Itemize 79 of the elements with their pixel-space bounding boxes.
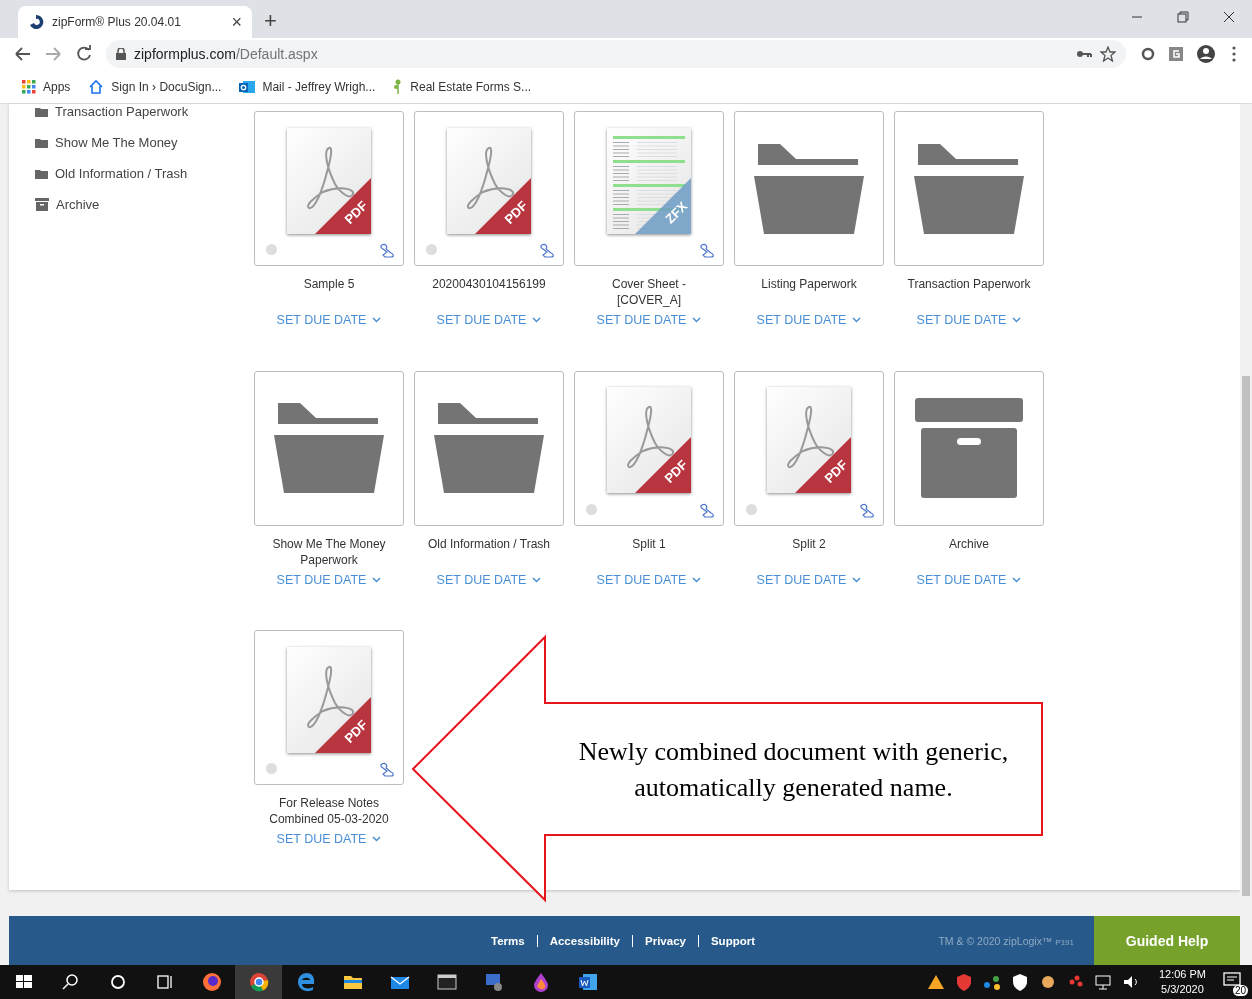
status-dot-icon [586,503,597,515]
folder-icon [754,143,864,234]
document-name: Show Me The Money Paperwork [271,535,387,568]
status-dot-icon [266,244,277,255]
chevron-down-icon [372,317,382,323]
footer-link[interactable]: Accessibility [536,934,632,947]
word-icon[interactable] [576,971,599,993]
callout-text: Newly combined document with generic, automatically generated name. [577,735,1010,804]
chrome-icon[interactable] [247,971,270,993]
star-icon[interactable] [1100,46,1116,62]
browser-tab[interactable]: zipForm® Plus 20.04.01 × [18,6,252,38]
bookmark-link[interactable]: Mail - Jeffrey Wrigh... [239,78,376,95]
copyright-text: TM & © 2020 zipLogix™ P191 [938,934,1074,947]
folder-icon [35,168,48,179]
document-name: Transaction Paperwork [906,276,1032,293]
scrollbar-thumb[interactable] [1242,376,1250,896]
footer-link[interactable]: Privacy [632,934,698,947]
new-tab-button[interactable]: + [264,8,277,34]
apps-grid-icon [22,79,36,94]
sidebar-item[interactable]: Show Me The Money [55,135,178,150]
document-tile[interactable] [894,370,1044,526]
document-tile[interactable] [254,370,404,526]
chevron-down-icon [692,317,702,323]
document-name: Cover Sheet - [COVER_A] [610,276,687,308]
folder-icon [274,403,384,494]
stamp-icon[interactable] [859,502,875,519]
stamp-icon[interactable] [379,762,395,779]
folder-icon [434,403,544,494]
document-name: Sample 5 [302,276,356,293]
stamp-icon[interactable] [699,243,715,259]
bookmark-link[interactable]: Real Estate Forms S... [393,78,532,95]
folder-icon [914,143,1024,234]
status-dot-icon [746,503,757,515]
status-dot-icon [426,244,437,255]
footer-link[interactable]: Terms [479,934,537,947]
terminal-icon[interactable] [435,971,458,993]
chevron-down-icon [372,576,382,583]
chevron-down-icon [692,576,702,583]
sidebar-item[interactable]: Old Information / Trash [55,166,188,181]
clock[interactable]: 12:06 PM 5/3/2020 [1158,967,1206,997]
chevron-down-icon [852,317,862,323]
archive-box-icon [915,398,1023,499]
folder-icon [35,106,48,117]
key-icon[interactable] [1076,49,1092,59]
chevron-down-icon [852,576,862,583]
document-name: Listing Paperwork [760,276,858,293]
folder-icon [35,137,48,148]
archive-box-icon [35,198,49,211]
house-icon [88,79,105,94]
fox-globe-icon[interactable] [200,971,223,993]
status-dot-icon [266,763,277,775]
site-logo-icon [28,14,44,30]
document-name: 20200430104156199 [431,276,547,293]
address-bar[interactable]: zipformplus.com/Default.aspx [106,40,1126,68]
bookmark-link[interactable]: Apps [22,79,71,94]
notification-button[interactable]: 20 [1222,970,1246,994]
chevron-down-icon [372,836,382,843]
sidebar-item[interactable]: Transaction Paperwork [55,104,189,119]
mail-app-icon [239,78,256,95]
lock-icon [116,48,126,60]
stamp-icon[interactable] [539,243,555,259]
document-name: Archive [948,535,990,553]
document-name: Old Information / Trash [426,535,552,553]
document-tile[interactable] [414,370,564,526]
document-name: Split 1 [631,535,667,553]
close-tab-button[interactable]: × [231,11,242,33]
chevron-down-icon [1012,317,1022,323]
document-name: For Release Notes Combined 05-03-2020 [268,795,390,828]
stamp-icon[interactable] [379,243,395,259]
chevron-down-icon [1012,576,1022,583]
document-tile[interactable] [734,111,884,266]
footer-link[interactable]: Support [697,934,767,947]
document-name: Split 2 [791,535,827,553]
stamp-icon[interactable] [699,502,715,519]
chevron-down-icon [532,576,542,583]
chevron-down-icon [532,317,542,323]
bookmark-link[interactable]: Sign In › DocuSign... [88,79,222,94]
sidebar-item[interactable]: Archive [56,197,100,212]
document-tile[interactable] [894,111,1044,266]
